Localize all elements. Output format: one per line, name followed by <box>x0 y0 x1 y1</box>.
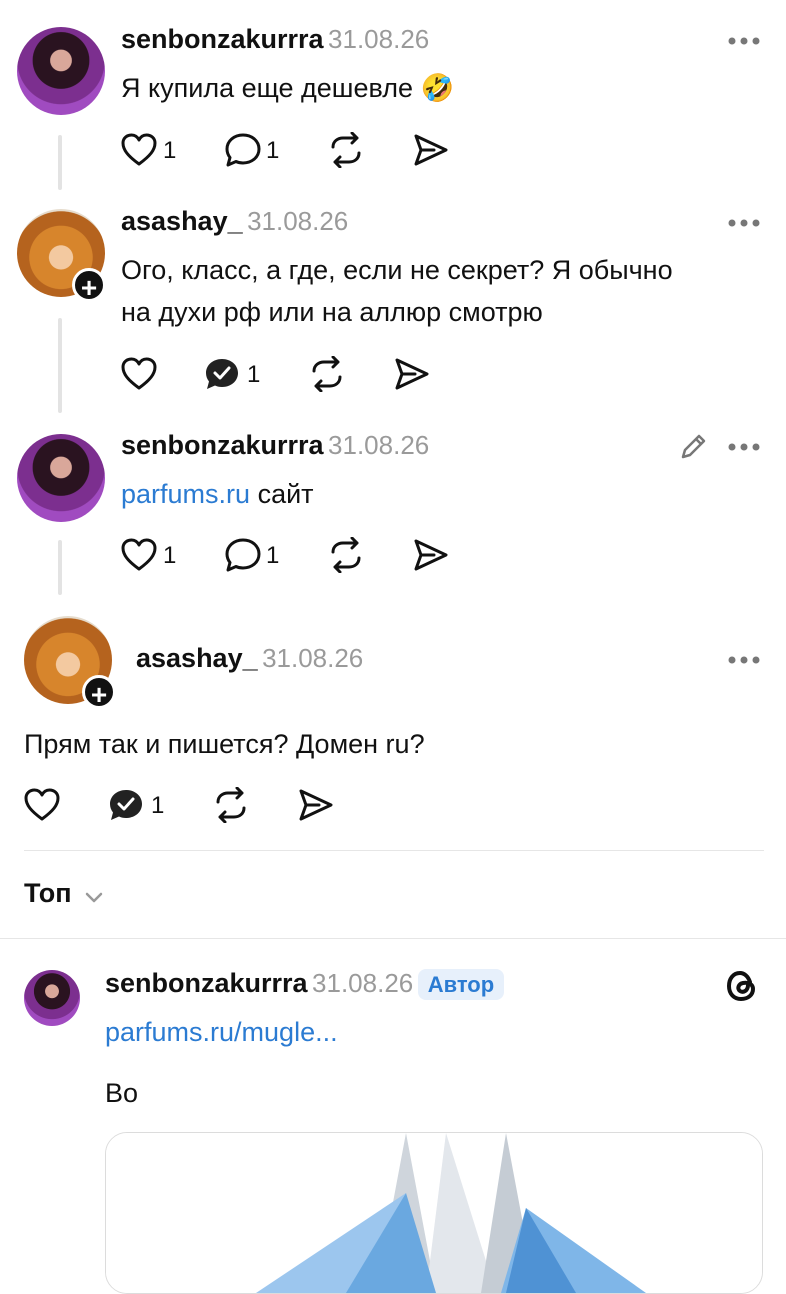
timestamp: 31.08.26 <box>328 430 430 460</box>
username[interactable]: senbonzakurrra <box>121 430 324 460</box>
heart-icon <box>121 538 157 571</box>
timestamp: 31.08.26 <box>328 24 430 54</box>
avatar[interactable] <box>17 27 105 115</box>
comment-header: asashay_ 31.08.26 <box>136 643 363 674</box>
link[interactable]: parfums.ru/mugle... <box>105 1017 338 1047</box>
comment-icon <box>225 538 261 572</box>
share-button[interactable] <box>412 132 450 168</box>
timestamp: 31.08.26 <box>312 968 414 998</box>
comment-header: asashay_ 31.08.26 <box>121 206 348 237</box>
comment-icon <box>225 133 261 167</box>
repost-button[interactable] <box>327 537 365 573</box>
like-button[interactable] <box>23 787 61 823</box>
share-button[interactable] <box>412 537 450 573</box>
comment-text-line: Ого, класс, а где, если не секрет? Я обы… <box>121 255 673 285</box>
like-button[interactable] <box>120 356 158 392</box>
timestamp: 31.08.26 <box>247 206 349 236</box>
reply-count: 1 <box>151 792 165 819</box>
more-dots-icon[interactable] <box>727 36 761 46</box>
repost-icon <box>312 356 342 392</box>
like-button[interactable] <box>120 537 158 573</box>
divider <box>24 850 764 851</box>
sort-label: Топ <box>24 878 72 908</box>
comment-text: Я купила еще дешевле 🤣 <box>121 73 455 103</box>
avatar[interactable] <box>17 434 105 522</box>
comment-check-icon <box>110 790 142 820</box>
reply-count: 1 <box>266 542 280 569</box>
comment-header: senbonzakurrra 31.08.26 <box>121 24 429 55</box>
repost-button[interactable] <box>212 787 250 823</box>
divider <box>0 938 786 939</box>
chevron-down-icon <box>84 891 104 905</box>
reply-count: 1 <box>247 361 261 388</box>
share-button[interactable] <box>297 787 335 823</box>
like-count: 1 <box>163 542 177 569</box>
username[interactable]: senbonzakurrra <box>105 968 308 998</box>
username[interactable]: senbonzakurrra <box>121 24 324 54</box>
link[interactable]: parfums.ru <box>121 479 250 509</box>
send-icon <box>414 539 448 571</box>
reply-button[interactable] <box>224 132 262 168</box>
share-button[interactable] <box>393 356 431 392</box>
pencil-icon[interactable] <box>678 430 710 462</box>
threads-logo-icon[interactable] <box>724 968 760 1004</box>
sort-dropdown[interactable]: Топ <box>24 878 104 909</box>
author-badge: Автор <box>417 969 505 1000</box>
comment-header: senbonzakurrra 31.08.26 <box>121 430 429 461</box>
like-count: 1 <box>163 137 177 164</box>
thread-line <box>58 540 62 595</box>
perfume-bottle-image <box>106 1133 762 1293</box>
heart-icon <box>121 357 157 390</box>
avatar[interactable] <box>24 970 80 1026</box>
send-icon <box>395 358 429 390</box>
reply-button[interactable] <box>224 537 262 573</box>
image-preview[interactable] <box>105 1132 763 1294</box>
reply-button[interactable] <box>107 787 145 823</box>
comment-text-line: на духи рф или на аллюр смотрю <box>121 297 543 327</box>
comment-text: Прям так и пишется? Домен ru? <box>24 729 425 759</box>
follow-plus-icon[interactable]: + <box>72 268 106 303</box>
like-button[interactable] <box>120 132 158 168</box>
send-icon <box>299 789 333 821</box>
repost-button[interactable] <box>327 132 365 168</box>
comment-text: Ого, класс, а где, если не секрет? Я обы… <box>121 249 771 333</box>
post-text: Во <box>105 1078 139 1108</box>
more-dots-icon[interactable] <box>727 218 761 228</box>
heart-icon <box>121 133 157 166</box>
comment-text-rest: сайт <box>257 479 314 509</box>
heart-icon <box>24 788 60 821</box>
thread-line <box>58 135 62 190</box>
repost-icon <box>331 132 361 168</box>
comment-text: parfums.ru сайт <box>121 473 314 515</box>
repost-icon <box>216 787 246 823</box>
follow-plus-icon[interactable]: + <box>82 675 116 710</box>
repost-icon <box>331 537 361 573</box>
more-dots-icon[interactable] <box>727 442 761 452</box>
more-dots-icon[interactable] <box>727 655 761 665</box>
username[interactable]: asashay_ <box>136 643 258 673</box>
reply-button[interactable] <box>203 356 241 392</box>
thread-line <box>58 318 62 413</box>
repost-button[interactable] <box>308 356 346 392</box>
reply-count: 1 <box>266 137 280 164</box>
post-link: parfums.ru/mugle... <box>105 1011 338 1053</box>
username[interactable]: asashay_ <box>121 206 243 236</box>
comment-check-icon <box>206 359 238 389</box>
send-icon <box>414 134 448 166</box>
post-header: senbonzakurrra 31.08.26 Автор <box>105 968 505 1000</box>
timestamp: 31.08.26 <box>262 643 364 673</box>
